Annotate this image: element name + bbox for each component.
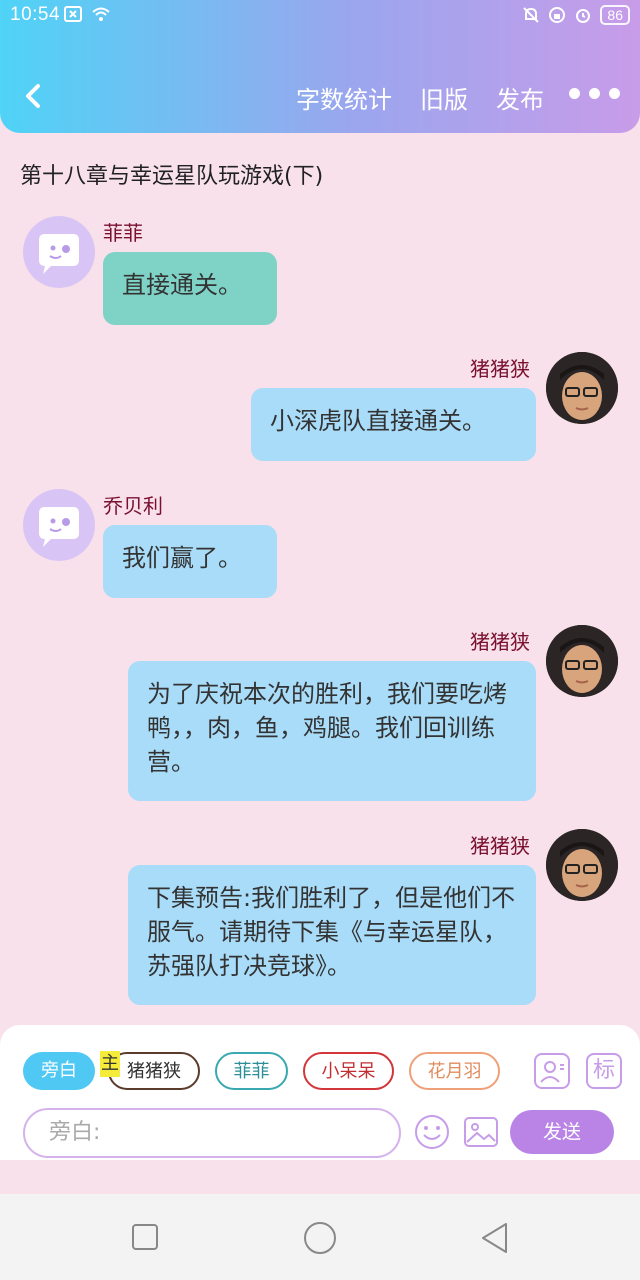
status-time: 10:54 [10, 4, 61, 25]
sender-name: 菲菲 [103, 221, 143, 245]
battery-indicator: 86 [600, 5, 630, 25]
lock-rotation-icon [549, 7, 566, 23]
sender-name: 猪猪狭 [470, 630, 530, 654]
user-photo [546, 352, 618, 424]
more-options-icon[interactable] [569, 88, 620, 99]
home-icon[interactable] [303, 1221, 337, 1255]
system-nav-bar [0, 1194, 640, 1280]
publish-button[interactable]: 发布 [496, 80, 544, 115]
sender-name: 猪猪狭 [470, 357, 530, 381]
close-notification-icon [64, 6, 82, 22]
back-arrow-icon[interactable] [20, 80, 48, 112]
user-photo [546, 829, 618, 901]
main-role-badge: 主 [100, 1051, 120, 1077]
chat-bubble-icon [39, 234, 79, 274]
user-photo [546, 625, 618, 697]
emoji-icon[interactable] [413, 1113, 451, 1151]
chat-bubble-icon [39, 507, 79, 547]
send-button[interactable]: 发送 [510, 1110, 614, 1154]
message-bubble[interactable]: 小深虎队直接通关。 [251, 388, 536, 461]
chapter-title: 第十八章与幸运星队玩游戏(下) [20, 164, 324, 189]
avatar-user[interactable] [546, 625, 618, 697]
role-chip[interactable]: 菲菲 [215, 1052, 288, 1090]
message-bubble[interactable]: 下集预告:我们胜利了，但是他们不服气。请期待下集《与幸运星队，苏强队打决竞球》。 [128, 865, 536, 1005]
message-bubble[interactable]: 我们赢了。 [103, 525, 277, 598]
mute-bell-icon [523, 7, 540, 23]
recent-apps-icon[interactable] [132, 1224, 158, 1250]
sender-name: 乔贝利 [103, 494, 163, 518]
status-right-icons: 86 [522, 5, 630, 25]
word-count-button[interactable]: 字数统计 [296, 80, 392, 115]
role-chip-narrator[interactable]: 旁白 [23, 1052, 95, 1090]
avatar-chat-bot[interactable] [23, 489, 95, 561]
sender-name: 猪猪狭 [470, 834, 530, 858]
role-chip[interactable]: 小呆呆 [303, 1052, 394, 1090]
message-input[interactable]: 旁白: [23, 1108, 401, 1158]
top-header: 10:54 86 字数统计 旧版 发布 [0, 0, 640, 133]
role-chip[interactable]: 花月羽 [409, 1052, 500, 1090]
compose-panel: 旁白 猪猪狭 主 菲菲 小呆呆 花月羽 标 旁白: 发送 [0, 1025, 640, 1160]
message-bubble[interactable]: 为了庆祝本次的胜利，我们要吃烤鸭，，肉，鱼，鸡腿。我们回训练营。 [128, 661, 536, 801]
status-bar: 10:54 [10, 4, 60, 26]
back-triangle-icon[interactable] [480, 1222, 510, 1254]
role-chip[interactable]: 猪猪狭 [108, 1052, 200, 1090]
old-version-button[interactable]: 旧版 [420, 80, 468, 115]
tag-button[interactable]: 标 [586, 1053, 622, 1089]
avatar-user[interactable] [546, 352, 618, 424]
alarm-icon [576, 9, 591, 23]
avatar-user[interactable] [546, 829, 618, 901]
image-icon[interactable] [462, 1113, 500, 1151]
message-bubble[interactable]: 直接通关。 [103, 252, 277, 325]
status-notification-icons [64, 6, 110, 22]
wifi-icon [92, 7, 110, 21]
add-character-button[interactable] [534, 1053, 570, 1089]
avatar-chat-bot[interactable] [23, 216, 95, 288]
person-icon [540, 1061, 564, 1083]
